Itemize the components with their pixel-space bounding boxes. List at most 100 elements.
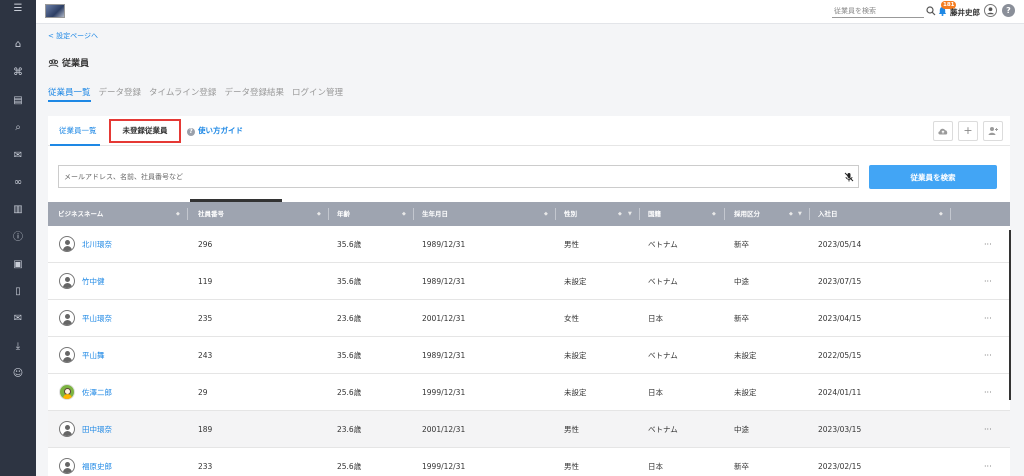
link-icon[interactable]: ∞ [0,176,36,190]
tab-employee-list[interactable]: 従業員一覧 [48,86,91,102]
add-employee-button[interactable]: + [958,121,978,141]
page-title: 従業員 [48,56,89,69]
row-menu-icon[interactable]: ··· [984,337,992,374]
info-icon[interactable]: ⓘ [0,231,36,245]
add-user-icon [988,127,998,135]
document-icon[interactable]: ▤ [0,94,36,108]
contact-card-icon[interactable]: ▣ [0,258,36,272]
bar-chart-icon[interactable]: ▥ [0,203,36,217]
column-divider[interactable] [809,208,810,220]
cell-join-date: 2023/07/15 [818,277,862,286]
subtab-unregistered-employees[interactable]: 未登録従業員 [109,119,181,143]
table-header: ビジネスネーム 社員番号 年齢 生年月日 性別 国籍 採用区分 入社日 ◆ ◆ … [48,202,1010,226]
tab-timeline-registration[interactable]: タイムライン登録 [149,86,216,102]
subtab-employee-list[interactable]: 従業員一覧 [59,125,97,136]
employee-search-input[interactable] [832,5,924,18]
company-logo[interactable] [45,4,65,18]
cell-gender: 男性 [564,425,579,434]
table-row[interactable]: 平山舞 243 35.6歳 1989/12/31 未設定 ベトナム 未設定 2022/05/1… [48,337,1010,374]
tab-login-management[interactable]: ログイン管理 [292,86,343,102]
mail-icon[interactable]: ✉ [0,312,36,326]
user-avatar-icon[interactable] [984,4,997,17]
table-row[interactable]: 福原史郎 233 25.6歳 1999/12/31 男性 日本 新卒 2023/02/15 ··… [48,448,1010,476]
employee-card: 従業員一覧 未登録従業員 ?使い方ガイド + 従業員を検索 ビジネスネーム 社員… [48,116,1010,476]
add-user-button[interactable] [983,121,1003,141]
usage-guide-link[interactable]: ? 使い方ガイド [187,125,243,136]
download-icon[interactable]: ⤓ [0,340,36,354]
cell-nationality: ベトナム [648,240,678,249]
default-avatar-icon [59,458,75,474]
left-nav: ☰ ⌂ ⌘ ▤ ⌕ ✉ ∞ ▥ ⓘ ▣ ▯ ✉ ⤓ ☺ [0,0,36,476]
chat-icon[interactable]: ✉ [0,149,36,163]
search-employees-button[interactable]: 従業員を検索 [869,165,997,189]
cell-join-date: 2023/05/14 [818,240,862,249]
column-divider[interactable] [555,208,556,220]
search-icon[interactable] [926,6,936,16]
book-icon[interactable]: ▯ [0,285,36,299]
user-settings-icon[interactable]: ☺ [0,367,36,381]
table-row[interactable]: 佐澤二郎 29 25.6歳 1999/12/31 未設定 日本 未設定 2024/01/11 ·… [48,374,1010,411]
cell-age: 35.6歳 [337,351,362,360]
column-divider[interactable] [413,208,414,220]
table-row[interactable]: 田中環奈 189 23.6歳 2001/12/31 男性 ベトナム 中途 2023/03/15… [48,411,1010,448]
tab-data-registration[interactable]: データ登録 [99,86,142,102]
menu-icon[interactable]: ☰ [0,2,36,16]
column-divider[interactable] [187,208,188,220]
row-menu-icon[interactable]: ··· [984,448,992,476]
row-menu-icon[interactable]: ··· [984,300,992,337]
cloud-upload-button[interactable] [933,121,953,141]
cell-join-date: 2022/05/15 [818,351,862,360]
row-menu-icon[interactable]: ··· [984,374,992,411]
column-divider[interactable] [328,208,329,220]
row-menu-icon[interactable]: ··· [984,411,992,448]
cell-birth-date: 1999/12/31 [422,462,466,471]
employee-filter-input[interactable] [58,165,859,188]
cell-employee-number: 235 [198,314,213,323]
header-birth-date[interactable]: 生年月日 [422,202,448,226]
home-icon[interactable]: ⌂ [0,38,36,52]
header-gender[interactable]: 性別 [564,202,577,226]
employee-name-link[interactable]: 平山舞 [82,337,105,374]
help-icon[interactable]: ? [1002,4,1015,17]
top-bar: 181 藤井史郎 ? [36,0,1024,24]
employee-name-link[interactable]: 田中環奈 [82,411,112,448]
cell-birth-date: 1999/12/31 [422,388,466,397]
vertical-scrollbar[interactable] [1009,230,1011,400]
cell-age: 23.6歳 [337,314,362,323]
header-business-name[interactable]: ビジネスネーム [58,202,103,226]
column-divider[interactable] [639,208,640,220]
header-join-date[interactable]: 入社日 [818,202,838,226]
employee-name-link[interactable]: 福原史郎 [82,448,112,476]
employee-name-link[interactable]: 北川環奈 [82,226,112,263]
employee-name-link[interactable]: 竹中健 [82,263,105,300]
org-chart-icon[interactable]: ⌘ [0,66,36,80]
table-row[interactable]: 北川環奈 296 35.6歳 1989/12/31 男性 ベトナム 新卒 2023/05/14… [48,226,1010,263]
search-icon[interactable]: ⌕ [0,121,36,135]
cell-age: 25.6歳 [337,388,362,397]
cell-birth-date: 2001/12/31 [422,425,466,434]
cell-join-date: 2023/03/15 [818,425,862,434]
user-name[interactable]: 藤井史郎 [950,7,980,18]
mic-off-icon[interactable] [844,172,854,182]
employee-name-link[interactable]: 平山環奈 [82,300,112,337]
column-divider[interactable] [724,208,725,220]
cell-nationality: ベトナム [648,351,678,360]
cell-gender: 未設定 [564,388,587,397]
column-divider[interactable] [950,208,951,220]
employee-name-link[interactable]: 佐澤二郎 [82,374,112,411]
cell-birth-date: 1989/12/31 [422,240,466,249]
default-avatar-icon [59,347,75,363]
tab-registration-results[interactable]: データ登録結果 [224,86,284,102]
back-to-settings-link[interactable]: < 設定ページへ [48,31,98,41]
row-menu-icon[interactable]: ··· [984,226,992,263]
table-row[interactable]: 竹中健 119 35.6歳 1989/12/31 未設定 ベトナム 中途 2023/07/15… [48,263,1010,300]
row-menu-icon[interactable]: ··· [984,263,992,300]
header-employee-number[interactable]: 社員番号 [198,202,224,226]
cell-hire-type: 中途 [734,277,749,286]
header-nationality[interactable]: 国籍 [648,202,661,226]
table-row[interactable]: 平山環奈 235 23.6歳 2001/12/31 女性 日本 新卒 2023/04/15 ··… [48,300,1010,337]
header-age[interactable]: 年齢 [337,202,350,226]
cell-hire-type: 新卒 [734,240,749,249]
header-hire-type[interactable]: 採用区分 [734,202,760,226]
cell-join-date: 2024/01/11 [818,388,862,397]
